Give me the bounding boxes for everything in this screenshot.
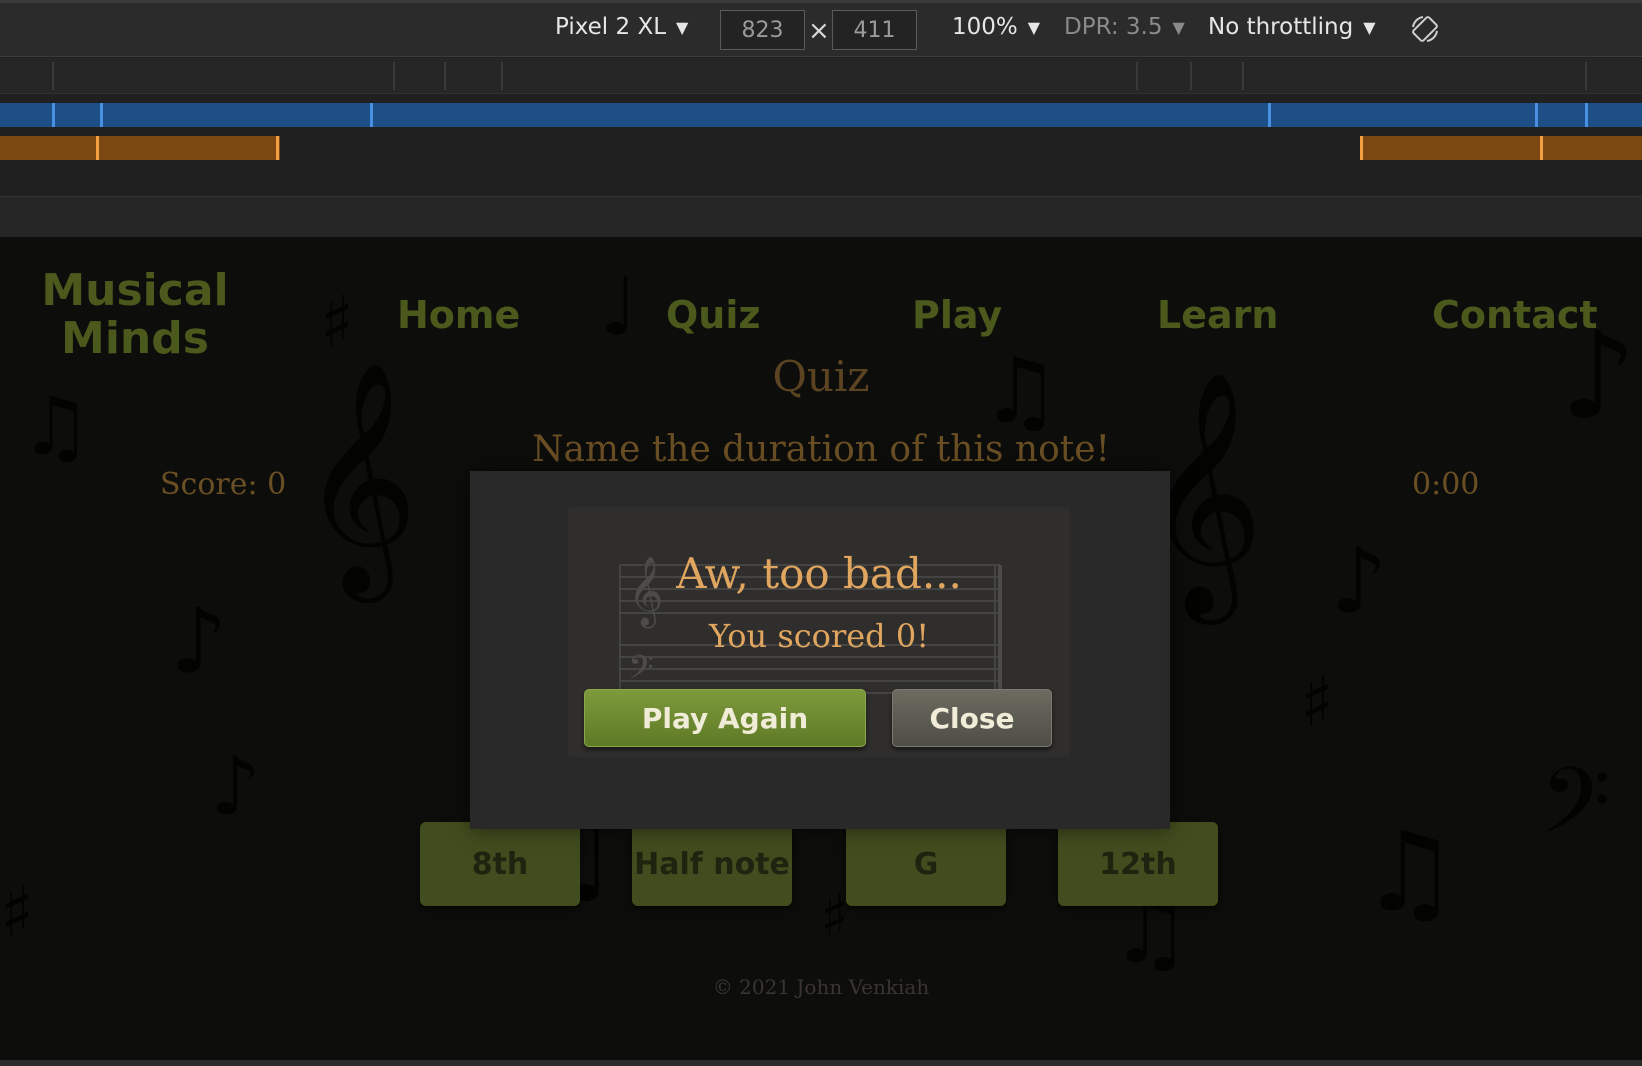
quiz-question: Name the duration of this note!	[531, 429, 1111, 470]
result-card: 𝄞 𝄢 Aw, too bad... You scored 0! Play Ag…	[568, 507, 1070, 757]
result-modal: 𝄞 𝄢 Aw, too bad... You scored 0! Play Ag…	[470, 471, 1170, 829]
media-query-marker[interactable]	[1360, 136, 1363, 160]
chevron-down-icon: ▼	[1363, 17, 1376, 37]
nav-quiz[interactable]: Quiz	[666, 293, 761, 337]
media-query-marker[interactable]	[100, 103, 103, 127]
width-input[interactable]: 823	[720, 10, 805, 50]
ruler-tick	[393, 62, 395, 90]
close-button[interactable]: Close	[892, 689, 1052, 747]
answer-button[interactable]: 12th	[1058, 822, 1218, 906]
result-title: Aw, too bad...	[676, 549, 962, 598]
chevron-down-icon: ▼	[1027, 17, 1041, 37]
chevron-down-icon: ▼	[676, 17, 689, 37]
throttling-select[interactable]: No throttling ▼	[1208, 14, 1376, 40]
zoom-value: 100%	[952, 14, 1018, 40]
copyright-footer: © 2021 John Venkiah	[712, 975, 930, 999]
media-query-marker[interactable]	[52, 103, 55, 127]
dpr-value: DPR: 3.5	[1064, 14, 1163, 40]
answer-button[interactable]: G	[846, 822, 1006, 906]
nav-contact[interactable]: Contact	[1432, 293, 1598, 337]
ruler-tick	[444, 62, 446, 90]
page-title: Quiz	[772, 352, 870, 401]
media-query-marker[interactable]	[96, 136, 99, 160]
ruler-tick	[501, 62, 503, 90]
media-query-segment[interactable]	[0, 136, 280, 160]
media-query-marker[interactable]	[276, 136, 279, 160]
device-select[interactable]: Pixel 2 XL ▼	[555, 14, 688, 40]
device-name: Pixel 2 XL	[555, 14, 667, 40]
chevron-down-icon: ▼	[1172, 17, 1185, 37]
viewport-bottom-border	[0, 1060, 1642, 1066]
media-query-bar-max-width[interactable]	[0, 103, 1642, 127]
answer-button[interactable]: Half note	[632, 822, 792, 906]
dimension-separator: ×	[808, 16, 830, 46]
site-logo[interactable]: Musical Minds	[30, 267, 240, 363]
ruler-tick	[52, 62, 54, 90]
media-query-marker[interactable]	[1535, 103, 1538, 127]
dpr-select[interactable]: DPR: 3.5 ▼	[1064, 14, 1185, 40]
media-query-marker[interactable]	[370, 103, 373, 127]
ruler-tick	[1190, 62, 1192, 90]
ruler-tick	[1242, 62, 1244, 90]
media-query-marker[interactable]	[1540, 136, 1543, 160]
nav-learn[interactable]: Learn	[1157, 293, 1278, 337]
score-display: Score: 0	[160, 467, 287, 502]
height-input[interactable]: 411	[832, 10, 917, 50]
rotate-icon[interactable]	[1410, 14, 1440, 44]
nav-home[interactable]: Home	[397, 293, 520, 337]
zoom-select[interactable]: 100% ▼	[952, 14, 1040, 40]
answer-button[interactable]: 8th	[420, 822, 580, 906]
devtools-device-toolbar: Pixel 2 XL ▼ 823 × 411 100% ▼ DPR: 3.5 ▼…	[0, 0, 1642, 57]
media-query-segment[interactable]	[0, 103, 1642, 127]
media-query-marker[interactable]	[1585, 103, 1588, 127]
result-score: You scored 0!	[708, 617, 930, 655]
ruler-tick	[1136, 62, 1138, 90]
play-again-button[interactable]: Play Again	[584, 689, 866, 747]
toolbar-top-border	[0, 0, 1642, 3]
media-query-marker[interactable]	[1268, 103, 1271, 127]
media-query-segment[interactable]	[1362, 136, 1642, 160]
media-query-ruler	[0, 58, 1642, 94]
media-query-bar-min-width[interactable]	[0, 136, 1642, 160]
nav-play[interactable]: Play	[912, 293, 1002, 337]
ruler-footer	[0, 196, 1642, 237]
throttling-value: No throttling	[1208, 14, 1354, 40]
timer-display: 0:00	[1412, 467, 1480, 502]
ruler-tick	[1585, 62, 1587, 90]
